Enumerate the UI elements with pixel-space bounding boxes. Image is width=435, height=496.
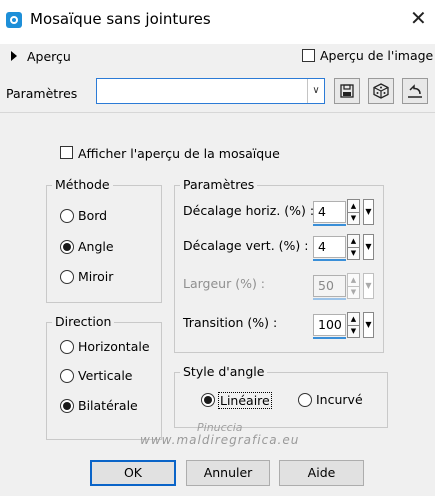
decalage-vert-dropdown[interactable]: ▼ (363, 234, 374, 260)
largeur-spinner: ▲ ▼ (347, 273, 360, 299)
decalage-horiz-spinner[interactable]: ▲ ▼ (347, 199, 360, 225)
spin-down-icon[interactable]: ▼ (348, 212, 359, 224)
methode-miroir-radio[interactable] (60, 270, 74, 284)
transition-label: Transition (%) : (183, 315, 278, 330)
window-title: Mosaïque sans jointures (30, 10, 211, 28)
style-lineaire-radio[interactable] (201, 393, 215, 407)
largeur-input: 50 (313, 275, 346, 297)
reset-button[interactable] (402, 78, 428, 104)
decalage-vert-label: Décalage vert. (%) : (183, 238, 309, 253)
transition-underline (313, 337, 346, 339)
transition-dropdown[interactable]: ▼ (363, 312, 374, 338)
spin-down-icon[interactable]: ▼ (348, 325, 359, 337)
direction-title: Direction (52, 314, 115, 329)
preset-combobox[interactable] (96, 78, 325, 104)
save-preset-button[interactable] (334, 78, 360, 104)
largeur-dropdown: ▼ (363, 273, 374, 299)
methode-title: Méthode (52, 177, 113, 192)
dice-icon (373, 83, 389, 99)
largeur-underline (313, 298, 346, 300)
style-incurve-radio[interactable] (298, 393, 312, 407)
style-lineaire-label[interactable]: Linéaire (218, 392, 272, 409)
decalage-horiz-underline (313, 224, 346, 226)
parametres-title: Paramètres (180, 177, 258, 192)
reset-arrow-icon (408, 84, 422, 98)
ok-button[interactable]: OK (90, 460, 176, 486)
apercu-image-label[interactable]: Aperçu de l'image (320, 48, 433, 63)
apercu-image-checkbox[interactable] (302, 49, 315, 62)
direction-verticale-radio[interactable] (60, 369, 74, 383)
chevron-down-icon[interactable]: ∨ (307, 79, 324, 103)
decalage-vert-input[interactable]: 4 (313, 236, 346, 258)
save-icon (340, 84, 354, 98)
spin-down-icon[interactable]: ▼ (348, 247, 359, 259)
transition-spinner[interactable]: ▲ ▼ (347, 312, 360, 338)
afficher-apercu-label[interactable]: Afficher l'aperçu de la mosaïque (78, 146, 280, 161)
apercu-toggle-label[interactable]: Aperçu (27, 49, 71, 64)
afficher-apercu-checkbox[interactable] (60, 146, 73, 159)
methode-miroir-label[interactable]: Miroir (78, 269, 113, 284)
style-angle-title: Style d'angle (180, 364, 268, 379)
expand-triangle-icon[interactable] (11, 51, 17, 61)
decalage-vert-spinner[interactable]: ▲ ▼ (347, 234, 360, 260)
watermark-url: www.maldiregrafica.eu (140, 433, 300, 447)
cancel-button[interactable]: Annuler (186, 460, 270, 486)
parametres-label: Paramètres (6, 86, 78, 101)
style-incurve-label[interactable]: Incurvé (316, 392, 363, 407)
direction-bilaterale-label[interactable]: Bilatérale (78, 398, 138, 413)
largeur-label: Largeur (%) : (183, 276, 266, 291)
decalage-horiz-dropdown[interactable]: ▼ (363, 199, 374, 225)
methode-angle-radio[interactable] (60, 240, 74, 254)
methode-bord-label[interactable]: Bord (78, 208, 107, 223)
help-button[interactable]: Aide (279, 460, 364, 486)
camera-icon (6, 12, 22, 28)
direction-horizontale-label[interactable]: Horizontale (78, 339, 150, 354)
direction-verticale-label[interactable]: Verticale (78, 368, 132, 383)
spin-down-icon: ▼ (350, 288, 357, 296)
close-icon[interactable]: ✕ (410, 8, 427, 28)
methode-bord-radio[interactable] (60, 209, 74, 223)
methode-angle-label[interactable]: Angle (78, 239, 114, 254)
decalage-horiz-label: Décalage horiz. (%) : (183, 203, 315, 218)
decalage-horiz-input[interactable]: 4 (313, 201, 346, 223)
direction-bilaterale-radio[interactable] (60, 399, 74, 413)
transition-input[interactable]: 100 (313, 314, 346, 336)
decalage-vert-underline (313, 259, 346, 261)
direction-horizontale-radio[interactable] (60, 340, 74, 354)
random-preset-button[interactable] (368, 78, 394, 104)
